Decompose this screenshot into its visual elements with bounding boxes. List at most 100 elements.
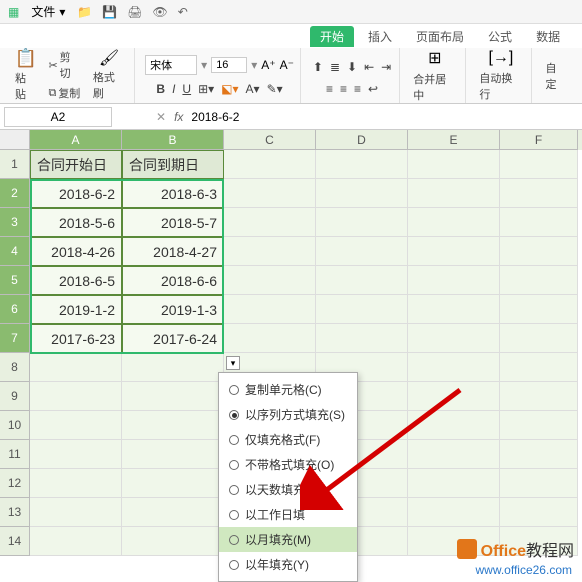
wrap-icon[interactable]: ↩ — [366, 81, 380, 97]
merge-icon[interactable]: ⊞ — [428, 48, 441, 68]
menu-fill-workdays[interactable]: 以工作日填 — [219, 502, 357, 527]
file-menu[interactable]: 文件▾ — [31, 3, 65, 20]
format-painter-button[interactable]: 格式刷 — [90, 68, 128, 102]
auto-wrap-icon[interactable]: [→] — [488, 49, 513, 67]
wrap-group: [→] 自动换行 — [470, 48, 532, 103]
cell-b6[interactable]: 2019-1-3 — [122, 295, 224, 324]
cell-b3[interactable]: 2018-5-7 — [122, 208, 224, 237]
open-icon[interactable]: 📁 — [77, 5, 92, 19]
row-header-12[interactable]: 12 — [0, 469, 30, 498]
row-header-10[interactable]: 10 — [0, 411, 30, 440]
cell-b5[interactable]: 2018-6-6 — [122, 266, 224, 295]
indent-left-icon[interactable]: ⇤ — [362, 59, 376, 75]
row-header-6[interactable]: 6 — [0, 295, 30, 324]
paste-button[interactable]: 粘贴 — [12, 69, 39, 103]
align-top-icon[interactable]: ⬆ — [311, 59, 325, 75]
format-painter-icon[interactable]: 🖌 — [99, 48, 119, 68]
cell-a7[interactable]: 2017-6-23 — [30, 324, 122, 353]
cell-b1[interactable]: 合同到期日 — [122, 150, 224, 179]
row-header-14[interactable]: 14 — [0, 527, 30, 556]
spreadsheet-grid[interactable]: A B C D E F 1 合同开始日 合同到期日 2 2018-6-2 201… — [0, 130, 582, 556]
row-header-11[interactable]: 11 — [0, 440, 30, 469]
row-header-13[interactable]: 13 — [0, 498, 30, 527]
align-left-icon[interactable]: ≡ — [324, 81, 335, 97]
auto-settings-button[interactable]: 自定 — [542, 59, 570, 93]
cell-f1[interactable] — [500, 150, 578, 179]
font-color-button[interactable]: A▾ — [244, 81, 262, 97]
col-header-e[interactable]: E — [408, 130, 500, 150]
cell-d1[interactable] — [316, 150, 408, 179]
autofill-options-button[interactable]: ▾ — [226, 356, 240, 370]
row-header-8[interactable]: 8 — [0, 353, 30, 382]
font-name-select[interactable]: 宋体 — [145, 55, 197, 75]
cell-a3[interactable]: 2018-5-6 — [30, 208, 122, 237]
ribbon-tabs: 开始 插入 页面布局 公式 数据 — [0, 24, 582, 48]
copy-button[interactable]: ⧉复制 — [45, 84, 83, 102]
save-icon[interactable]: 💾 — [102, 5, 117, 19]
cut-button[interactable]: ✂剪切 — [45, 48, 83, 82]
menu-fill-months[interactable]: 以月填充(M) — [219, 527, 357, 552]
row-header-3[interactable]: 3 — [0, 208, 30, 237]
menu-fill-without-format[interactable]: 不带格式填充(O) — [219, 452, 357, 477]
menu-fill-days[interactable]: 以天数填充(D) — [219, 477, 357, 502]
col-header-f[interactable]: F — [500, 130, 578, 150]
menu-fill-years[interactable]: 以年填充(Y) — [219, 552, 357, 577]
undo-icon[interactable]: ↶ — [178, 5, 188, 19]
tab-data[interactable]: 数据 — [526, 26, 570, 47]
row-header-2[interactable]: 2 — [0, 179, 30, 208]
cell-a1[interactable]: 合同开始日 — [30, 150, 122, 179]
auto-wrap-button[interactable]: 自动换行 — [476, 69, 525, 103]
cell-a4[interactable]: 2018-4-26 — [30, 237, 122, 266]
decrease-font-icon[interactable]: A⁻ — [280, 58, 294, 72]
cell-b7[interactable]: 2017-6-24 — [122, 324, 224, 353]
cell-a6[interactable]: 2019-1-2 — [30, 295, 122, 324]
print-icon[interactable]: 🖨 — [127, 5, 142, 19]
scissors-icon: ✂ — [48, 59, 57, 72]
fill-color-button[interactable]: ⬕▾ — [219, 81, 240, 97]
tab-insert[interactable]: 插入 — [358, 26, 402, 47]
formula-input[interactable] — [191, 110, 491, 124]
row-header-9[interactable]: 9 — [0, 382, 30, 411]
row-header-4[interactable]: 4 — [0, 237, 30, 266]
align-right-icon[interactable]: ≡ — [352, 81, 363, 97]
menu-fill-format-only[interactable]: 仅填充格式(F) — [219, 427, 357, 452]
cancel-icon[interactable]: ✕ — [156, 110, 166, 124]
align-center-icon[interactable]: ≡ — [338, 81, 349, 97]
highlight-button[interactable]: ✎▾ — [265, 81, 285, 97]
name-box[interactable] — [4, 107, 112, 127]
tab-start[interactable]: 开始 — [310, 26, 354, 47]
underline-button[interactable]: U — [180, 81, 193, 97]
col-header-a[interactable]: A — [30, 130, 122, 150]
bold-button[interactable]: B — [154, 81, 167, 97]
col-header-d[interactable]: D — [316, 130, 408, 150]
row-header-7[interactable]: 7 — [0, 324, 30, 353]
italic-button[interactable]: I — [170, 81, 177, 97]
menu-copy-cells[interactable]: 复制单元格(C) — [219, 377, 357, 402]
paste-icon[interactable]: 📋 — [15, 48, 37, 69]
fx-icon[interactable]: fx — [174, 110, 183, 124]
col-header-b[interactable]: B — [122, 130, 224, 150]
merge-center-button[interactable]: 合并居中 — [410, 70, 459, 104]
tab-layout[interactable]: 页面布局 — [406, 26, 474, 47]
cell-b4[interactable]: 2018-4-27 — [122, 237, 224, 266]
select-all-corner[interactable] — [0, 130, 30, 150]
menu-fill-series[interactable]: 以序列方式填充(S) — [219, 402, 357, 427]
copy-icon: ⧉ — [48, 87, 56, 100]
increase-font-icon[interactable]: A⁺ — [261, 58, 275, 72]
preview-icon[interactable]: 👁 — [153, 5, 168, 19]
cell-a5[interactable]: 2018-6-5 — [30, 266, 122, 295]
font-size-select[interactable]: 16 — [211, 57, 247, 73]
cell-c1[interactable] — [224, 150, 316, 179]
col-header-c[interactable]: C — [224, 130, 316, 150]
align-bottom-icon[interactable]: ⬇ — [345, 59, 359, 75]
cell-a2[interactable]: 2018-6-2 — [30, 179, 122, 208]
border-button[interactable]: ⊞▾ — [196, 81, 216, 97]
row-header-5[interactable]: 5 — [0, 266, 30, 295]
cell-b2[interactable]: 2018-6-3 — [122, 179, 224, 208]
font-group: 宋体 ▾ 16 ▾ A⁺ A⁻ B I U ⊞▾ ⬕▾ A▾ ✎▾ — [139, 48, 301, 103]
tab-formula[interactable]: 公式 — [478, 26, 522, 47]
indent-right-icon[interactable]: ⇥ — [379, 59, 393, 75]
row-header-1[interactable]: 1 — [0, 150, 30, 179]
cell-e1[interactable] — [408, 150, 500, 179]
align-middle-icon[interactable]: ≣ — [328, 59, 342, 75]
